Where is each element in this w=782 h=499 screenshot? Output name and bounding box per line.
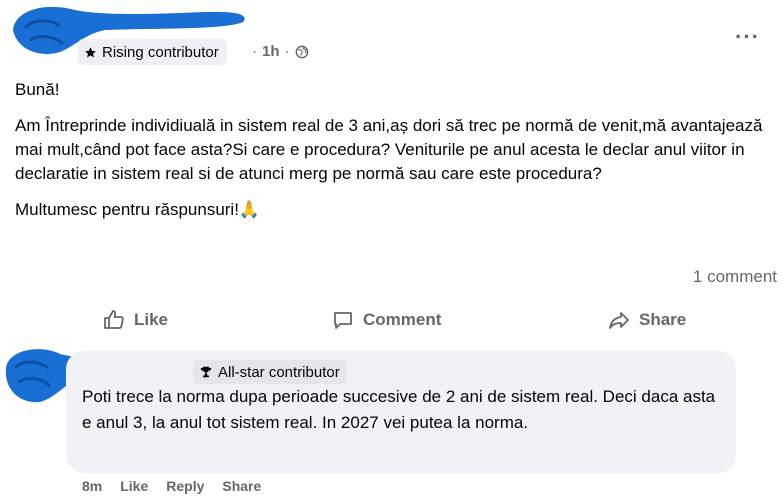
share-arrow-icon	[609, 312, 629, 329]
post-greeting: Bună!	[15, 80, 60, 99]
like-button[interactable]: Like	[102, 302, 168, 338]
comment-share-button[interactable]: Share	[222, 478, 261, 494]
badge-label: All-star contributor	[218, 363, 340, 381]
rising-contributor-badge[interactable]: Rising contributor	[78, 39, 227, 65]
trophy-icon	[200, 366, 212, 378]
post-text: Am Întreprinde individiuală in sistem re…	[15, 116, 763, 183]
post-header: Rising contributor · 1h · ···	[0, 0, 782, 70]
post-action-bar: Like Comment Share	[0, 302, 782, 338]
comment-like-button[interactable]: Like	[120, 478, 148, 494]
post-timestamp[interactable]: 1h	[262, 43, 280, 60]
share-label: Share	[639, 310, 687, 329]
all-star-contributor-badge[interactable]: All-star contributor	[193, 360, 346, 384]
globe-icon	[295, 45, 308, 58]
comment-timestamp[interactable]: 8m	[82, 478, 102, 494]
meta-dot: ·	[252, 43, 257, 60]
star-icon	[85, 46, 96, 58]
post-body: Bună! Am Întreprinde individiuală in sis…	[15, 78, 775, 222]
meta-dot-2: ·	[284, 43, 290, 60]
comment-label: Comment	[363, 310, 442, 329]
thumbs-up-icon	[104, 310, 124, 329]
share-button[interactable]: Share	[607, 302, 686, 338]
more-options-button[interactable]: ···	[735, 24, 760, 50]
comment-action-row: 8m Like Reply Share	[82, 478, 261, 494]
like-label: Like	[134, 310, 169, 329]
comment-count-link[interactable]: 1 comment	[693, 267, 777, 287]
comment-reply-button[interactable]: Reply	[166, 478, 204, 494]
post-thanks: Multumesc pentru răspunsuri!🙏	[15, 200, 261, 219]
comment-icon	[334, 312, 352, 329]
comment-button[interactable]: Comment	[331, 302, 441, 338]
post-meta: · 1h ·	[252, 43, 309, 60]
comment-text: Poti trece la norma dupa perioade succes…	[82, 387, 716, 432]
badge-label: Rising contributor	[102, 43, 219, 61]
